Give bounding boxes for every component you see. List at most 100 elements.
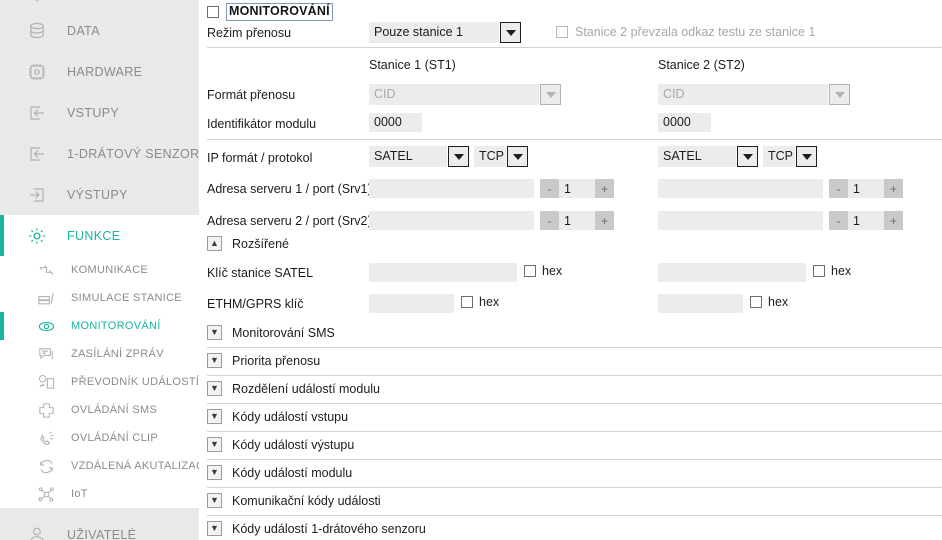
sidebar-item-label: IoT [71,488,88,500]
advanced-section-toggle[interactable]: ▲ Rozšířené [207,236,289,251]
sidebar-item-hardware[interactable]: HARDWARE [0,51,199,92]
sidebar-item-uzivatele[interactable]: UŽIVATELÉ [0,514,199,540]
sidebar-item-komunikace[interactable]: KOMUNIKACE [0,256,199,284]
gear-icon [24,223,50,249]
ethm-gprs-key-input-st1[interactable] [369,294,454,313]
section-label: Rozdělení událostí modulu [232,381,381,396]
sidebar-item-zasilani-zprav[interactable]: ZASÍLÁNÍ ZPRÁV [0,340,199,368]
sidebar-item-ovladani-sms[interactable]: OVLÁDÁNÍ SMS [0,396,199,424]
sidebar-item-funkce[interactable]: FUNKCE [0,215,199,256]
sidebar-item-ovladani-clip[interactable]: OVLÁDÁNÍ CLIP [0,424,199,452]
sidebar-item-label: SIMULACE STANICE [71,292,182,304]
transmission-mode-select[interactable]: Pouze stanice 1 [369,22,521,43]
chevron-down-double-icon[interactable]: ▼ [207,381,222,396]
server2-port-stepper-st2[interactable]: - 1 + [829,211,903,230]
station2-takeover-checkbox[interactable] [556,26,568,38]
chip-icon [24,59,50,85]
transmission-format-select-st2[interactable]: CID [658,84,850,105]
section-priorita-prenosu[interactable]: ▼ Priorita přenosu [207,348,942,376]
ethm-gprs-key-hex-st2[interactable]: hex [750,295,788,309]
decrement-button[interactable]: - [540,179,559,198]
hex-checkbox[interactable] [750,296,762,308]
sidebar-item-data[interactable]: DATA [0,10,199,51]
chevron-down-double-icon[interactable]: ▼ [207,465,222,480]
satel-station-key-hex-st1[interactable]: hex [524,264,562,278]
server2-port-stepper-st1[interactable]: - 1 + [540,211,614,230]
sidebar-item-vzdalena-aktualizace[interactable]: VZDÁLENÁ AKUTALIZACE [0,452,199,480]
message-icon [34,343,58,365]
section-monitorovani-sms[interactable]: ▼ Monitorování SMS [207,320,942,348]
decrement-button[interactable]: - [540,211,559,230]
sidebar-item-label: 1-DRÁTOVÝ SENZOR [67,146,199,161]
increment-button[interactable]: + [884,179,903,198]
phone-icon [34,427,58,449]
satel-station-key-hex-st2[interactable]: hex [813,264,851,278]
output-arrow-icon [24,182,50,208]
station2-takeover-row[interactable]: Stanice 2 převzala odkaz testu ze stanic… [556,25,815,39]
chevron-down-icon[interactable] [796,146,817,167]
server1-address-input-st2[interactable] [658,179,823,198]
increment-button[interactable]: + [595,211,614,230]
server1-port-value-st1[interactable]: 1 [559,179,595,198]
satel-station-key-input-st2[interactable] [658,263,806,282]
chevron-down-icon[interactable] [737,146,758,167]
chevron-down-double-icon[interactable]: ▼ [207,353,222,368]
server2-address-input-st2[interactable] [658,211,823,230]
increment-button[interactable]: + [595,179,614,198]
sidebar-item-simulace-stanice[interactable]: SIMULACE STANICE [0,284,199,312]
section-kody-udalosti-modulu[interactable]: ▼ Kódy událostí modulu [207,460,942,488]
section-komunikacni-kody-udalosti[interactable]: ▼ Komunikační kódy události [207,488,942,516]
sidebar-item-vstupy[interactable]: VSTUPY [0,92,199,133]
refresh-icon [34,455,58,477]
hex-checkbox[interactable] [813,265,825,277]
chevron-down-double-icon[interactable]: ▼ [207,437,222,452]
chevron-down-double-icon[interactable]: ▼ [207,325,222,340]
module-identifier-input-st1[interactable]: 0000 [369,113,422,132]
section-kody-udalosti-vstupu[interactable]: ▼ Kódy událostí vstupu [207,404,942,432]
transmission-format-value-st2: CID [658,84,828,105]
ip-protocol-select-st1[interactable]: TCP [474,146,528,167]
hex-checkbox[interactable] [461,296,473,308]
chevron-down-double-icon[interactable]: ▼ [207,493,222,508]
satel-station-key-input-st1[interactable] [369,263,517,282]
hex-checkbox[interactable] [524,265,536,277]
ethm-gprs-key-hex-st1[interactable]: hex [461,295,499,309]
increment-button[interactable]: + [884,211,903,230]
ip-format-select-st1[interactable]: SATEL [369,146,469,167]
chevron-down-icon[interactable] [829,84,850,105]
chevron-down-icon[interactable] [500,22,521,43]
server1-address-input-st1[interactable] [369,179,534,198]
ip-protocol-select-st2[interactable]: TCP [763,146,817,167]
server1-port-stepper-st1[interactable]: - 1 + [540,179,614,198]
chevron-up-double-icon[interactable]: ▲ [207,236,222,251]
server1-port-stepper-st2[interactable]: - 1 + [829,179,903,198]
sidebar-item-monitorovani[interactable]: MONITOROVÁNÍ [0,312,199,340]
sidebar-item-label: HARDWARE [67,64,143,79]
server2-address-input-st1[interactable] [369,211,534,230]
ethm-gprs-key-input-st2[interactable] [658,294,743,313]
station2-takeover-label: Stanice 2 převzala odkaz testu ze stanic… [575,25,816,39]
ip-format-select-st2[interactable]: SATEL [658,146,758,167]
sidebar-item-iot[interactable]: IoT [0,480,199,508]
sidebar-item-1-wire-sensor[interactable]: 1-DRÁTOVÝ SENZOR [0,133,199,174]
chevron-down-double-icon[interactable]: ▼ [207,521,222,536]
chevron-down-icon[interactable] [507,146,528,167]
chevron-down-double-icon[interactable]: ▼ [207,409,222,424]
decrement-button[interactable]: - [829,179,848,198]
section-kody-udalosti-vystupu[interactable]: ▼ Kódy událostí výstupu [207,432,942,460]
sidebar-item-prevodnik-udalosti[interactable]: PŘEVODNÍK UDÁLOSTÍ [0,368,199,396]
server1-port-value-st2[interactable]: 1 [848,179,884,198]
sidebar-item-label: ZASÍLÁNÍ ZPRÁV [71,348,164,360]
section-kody-udalosti-1-dratoveho-senzoru[interactable]: ▼ Kódy událostí 1-drátového senzoru [207,516,942,540]
transmission-format-select-st1[interactable]: CID [369,84,561,105]
server2-port-value-st2[interactable]: 1 [848,211,884,230]
server2-port-value-st1[interactable]: 1 [559,211,595,230]
database-icon [24,18,50,44]
sidebar-item-vystupy[interactable]: VÝSTUPY [0,174,199,215]
chevron-down-icon[interactable] [540,84,561,105]
module-identifier-input-st2[interactable]: 0000 [658,113,711,132]
decrement-button[interactable]: - [829,211,848,230]
monitoring-enable-checkbox[interactable] [207,6,219,18]
section-rozdeleni-udalosti-modulu[interactable]: ▼ Rozdělení událostí modulu [207,376,942,404]
chevron-down-icon[interactable] [448,146,469,167]
